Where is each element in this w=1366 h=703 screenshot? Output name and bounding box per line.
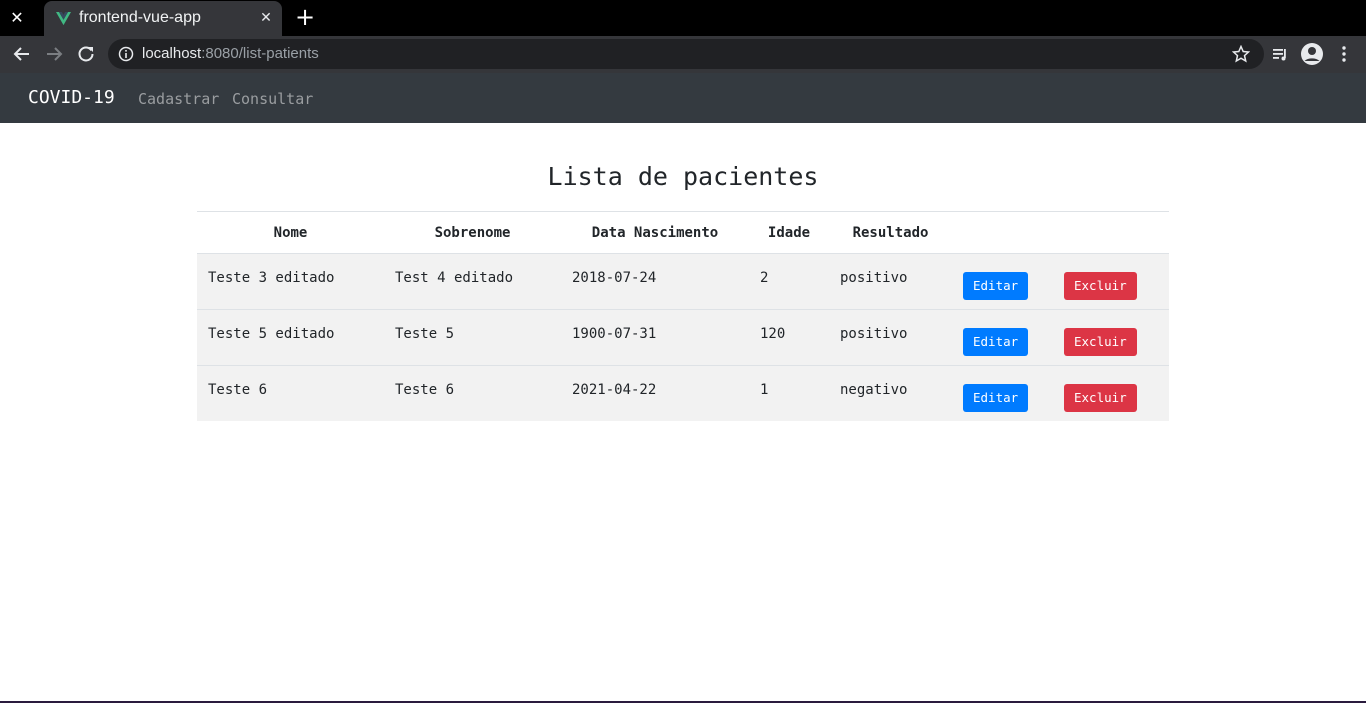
cell-edit: Editar bbox=[952, 365, 1055, 421]
column-header-data-nascimento: Data Nascimento bbox=[561, 211, 749, 254]
cell-delete: Excluir bbox=[1055, 253, 1169, 310]
close-icon[interactable]: ✕ bbox=[6, 7, 28, 29]
cell-idade: 1 bbox=[749, 365, 829, 421]
star-icon[interactable] bbox=[1232, 45, 1250, 63]
menu-dots-icon[interactable] bbox=[1330, 41, 1358, 67]
url-text: localhost:8080/list-patients bbox=[142, 45, 319, 62]
cell-edit: Editar bbox=[952, 309, 1055, 366]
browser-tab[interactable]: frontend-vue-app ✕ bbox=[44, 1, 282, 36]
table-row: Teste 3 editado Test 4 editado 2018-07-2… bbox=[197, 253, 1169, 310]
cell-sobrenome: Test 4 editado bbox=[384, 253, 561, 310]
cell-resultado: positivo bbox=[829, 309, 952, 366]
app-navbar: COVID-19 Cadastrar Consultar bbox=[0, 73, 1366, 123]
cell-edit: Editar bbox=[952, 253, 1055, 310]
edit-button[interactable]: Editar bbox=[963, 383, 1029, 412]
edit-button[interactable]: Editar bbox=[963, 271, 1029, 300]
patients-table: Nome Sobrenome Data Nascimento Idade Res… bbox=[197, 211, 1169, 421]
navbar-brand[interactable]: COVID-19 bbox=[28, 87, 115, 108]
column-header-resultado: Resultado bbox=[829, 211, 952, 254]
address-bar[interactable]: localhost:8080/list-patients bbox=[108, 39, 1264, 69]
browser-toolbar: localhost:8080/list-patients bbox=[0, 36, 1366, 73]
table-row: Teste 6 Teste 6 2021-04-22 1 negativo Ed… bbox=[197, 365, 1169, 421]
column-header-nome: Nome bbox=[197, 211, 384, 254]
cell-sobrenome: Teste 6 bbox=[384, 365, 561, 421]
forward-arrow-icon[interactable] bbox=[40, 41, 68, 67]
plus-icon[interactable]: + bbox=[293, 5, 317, 29]
info-icon[interactable] bbox=[118, 46, 134, 62]
column-header-idade: Idade bbox=[749, 211, 829, 254]
cell-resultado: negativo bbox=[829, 365, 952, 421]
delete-button[interactable]: Excluir bbox=[1064, 383, 1137, 412]
edit-button[interactable]: Editar bbox=[963, 327, 1029, 356]
cell-delete: Excluir bbox=[1055, 365, 1169, 421]
cell-idade: 120 bbox=[749, 309, 829, 366]
cell-nome: Teste 5 editado bbox=[197, 309, 384, 366]
delete-button[interactable]: Excluir bbox=[1064, 271, 1137, 300]
cell-resultado: positivo bbox=[829, 253, 952, 310]
cell-data-nascimento: 2021-04-22 bbox=[561, 365, 749, 421]
tab-close-icon[interactable]: ✕ bbox=[256, 8, 276, 28]
browser-tab-strip: ✕ frontend-vue-app ✕ + bbox=[0, 0, 1366, 36]
delete-button[interactable]: Excluir bbox=[1064, 327, 1137, 356]
table-header-row: Nome Sobrenome Data Nascimento Idade Res… bbox=[197, 211, 1169, 254]
cell-delete: Excluir bbox=[1055, 309, 1169, 366]
column-header-delete bbox=[1055, 211, 1169, 254]
column-header-sobrenome: Sobrenome bbox=[384, 211, 561, 254]
cell-data-nascimento: 2018-07-24 bbox=[561, 253, 749, 310]
nav-link-cadastrar[interactable]: Cadastrar bbox=[138, 90, 219, 108]
cell-data-nascimento: 1900-07-31 bbox=[561, 309, 749, 366]
vue-logo-icon bbox=[56, 11, 71, 26]
column-header-edit bbox=[952, 211, 1055, 254]
back-arrow-icon[interactable] bbox=[8, 41, 36, 67]
cell-nome: Teste 6 bbox=[197, 365, 384, 421]
media-queue-icon[interactable] bbox=[1266, 41, 1294, 67]
table-row: Teste 5 editado Teste 5 1900-07-31 120 p… bbox=[197, 309, 1169, 366]
nav-link-consultar[interactable]: Consultar bbox=[232, 90, 313, 108]
page-title: Lista de pacientes bbox=[547, 162, 819, 191]
tab-title: frontend-vue-app bbox=[79, 9, 201, 26]
cell-idade: 2 bbox=[749, 253, 829, 310]
reload-icon[interactable] bbox=[72, 41, 100, 67]
cell-nome: Teste 3 editado bbox=[197, 253, 384, 310]
profile-icon[interactable] bbox=[1298, 41, 1326, 67]
cell-sobrenome: Teste 5 bbox=[384, 309, 561, 366]
